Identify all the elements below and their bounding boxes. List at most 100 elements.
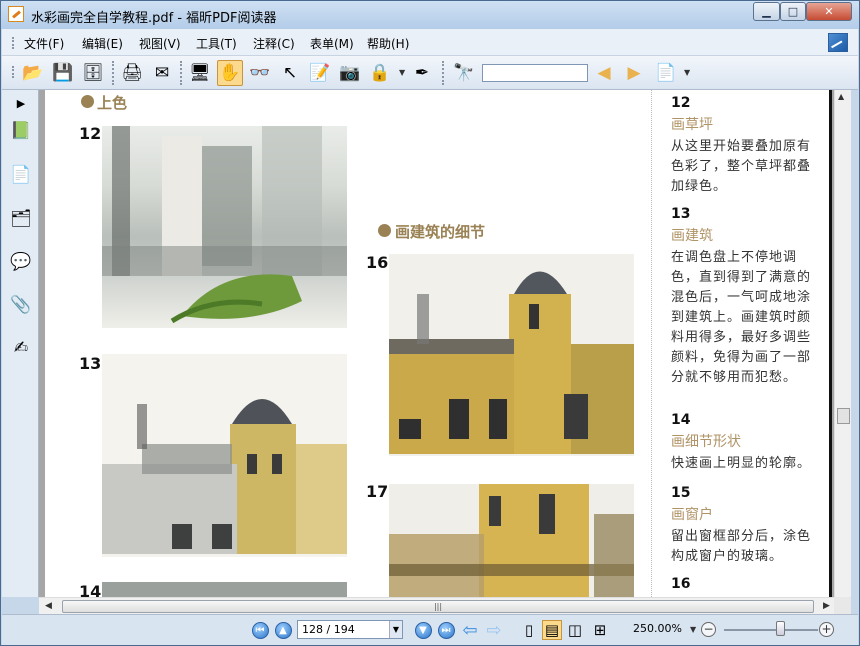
text-select-icon[interactable]: 📝 [307,60,333,86]
chevron-down-icon[interactable]: ▼ [399,68,405,77]
sign-pen-icon[interactable]: ✒ [409,60,435,86]
toolbar-separator [442,61,444,85]
select-arrow-icon[interactable]: ↖ [277,60,303,86]
step-text-number: 15 [671,485,691,501]
fullscreen-icon[interactable]: 🖥 [187,60,213,86]
vertical-scrollbar[interactable]: ▲ [834,90,851,597]
maximize-button[interactable]: □ [780,2,806,21]
vertical-scroll-thumb[interactable] [837,408,850,424]
go-forward-arrow-icon[interactable]: ⇨ [484,620,504,641]
first-page-icon[interactable]: ⏮ [250,620,270,640]
pages-icon[interactable]: 📄 [10,164,32,186]
menu-comments[interactable]: 注释(C) [253,35,295,52]
horizontal-scrollbar[interactable]: ◀ ||| ▶ [39,597,834,614]
zoom-out-icon[interactable]: − [701,622,716,637]
next-page-icon[interactable]: ▼ [413,620,433,640]
painting-12-art [102,126,347,324]
menu-tools[interactable]: 工具(T) [196,35,237,52]
scroll-left-icon[interactable]: ◀ [45,601,52,611]
bookmarks-icon[interactable]: 📗 [10,120,32,142]
attachments-icon[interactable]: 📎 [10,294,32,316]
foxit-logo-icon[interactable] [828,33,848,52]
step-heading: 画细节形状 [671,434,741,450]
menu-forms[interactable]: 表单(M) [310,35,354,52]
close-button[interactable]: ✕ [806,2,852,21]
step-text: 在调色盘上不停地调色，直到得到了满意的混色后，一气呵成地涂到建筑上。画建筑时颜料… [671,250,812,385]
save-as-icon[interactable]: 🗄 [80,60,106,86]
comments-icon[interactable]: 💬 [10,251,32,273]
open-folder-icon[interactable]: 📂 [20,60,46,86]
menu-bar: 文件(F) 编辑(E) 视图(V) 工具(T) 注释(C) 表单(M) 帮助(H… [2,29,858,56]
column-divider [651,90,652,597]
previous-page-icon[interactable]: ▲ [273,620,293,640]
step-text-number: 14 [671,412,691,428]
menu-edit[interactable]: 编辑(E) [82,35,123,52]
facing-pages-icon[interactable]: ◫ [565,620,585,640]
zoom-level[interactable]: 250.00% [633,622,682,635]
step-heading: 画草坪 [671,117,713,133]
snapshot-camera-icon[interactable]: 📷 [337,60,363,86]
menu-file[interactable]: 文件(F) [24,35,64,52]
go-back-arrow-icon[interactable]: ⇦ [460,620,480,641]
minimize-button[interactable]: ▁ [753,2,780,21]
step-block: 15 画窗户 留出窗框部分后，涂色构成窗户的玻璃。 [671,485,811,567]
toolbar-grip[interactable] [12,66,14,78]
page-number-value: 128 / 194 [302,623,355,636]
rms-lock-icon[interactable]: 🔒 [367,60,393,86]
step-block: 13 画建筑 在调色盘上不停地调色，直到得到了满意的混色后，一气呵成地涂到建筑上… [671,206,811,388]
continuous-page-icon[interactable]: ▤ [542,620,562,640]
continuous-facing-icon[interactable]: ⊞ [590,620,610,640]
scroll-right-icon[interactable]: ▶ [823,601,830,611]
expand-panel-icon[interactable]: ▶ [10,92,32,114]
search-input[interactable] [482,64,588,82]
highlight-doc-icon[interactable]: 📄 [653,60,679,86]
step-text-number: 13 [671,206,691,222]
layers-icon[interactable]: 🗂 [10,208,32,230]
menu-help[interactable]: 帮助(H) [367,35,409,52]
horizontal-scroll-thumb[interactable]: ||| [62,600,814,613]
painting-12 [102,126,347,328]
step-number: 14 [79,582,102,597]
step-text: 留出窗框部分后，涂色构成窗户的玻璃。 [671,529,812,564]
step-number: 13 [79,354,102,373]
email-icon[interactable]: ✉ [149,60,175,86]
painting-13-art [102,399,347,554]
save-icon[interactable]: 💾 [50,60,76,86]
chevron-down-icon[interactable]: ▼ [684,68,690,77]
document-view[interactable]: 上色 12 13 14 画建筑的细节 16 17 12 画草坪 从这里开始要叠加… [39,90,834,597]
painting-17 [389,484,634,597]
menubar-grip[interactable] [12,37,14,49]
zoom-in-icon[interactable]: + [819,622,834,637]
step-text: 从这里开始要叠加原有色彩了，整个草坪都叠加绿色。 [671,139,812,194]
page-number-input[interactable]: 128 / 194 ▼ [297,620,403,639]
navigation-panel: ▶ 📗 📄 🗂 💬 📎 ✍ [2,90,39,597]
step-number: 12 [79,124,102,143]
bullet-point [81,95,94,108]
zoom-slider-thumb[interactable] [776,621,785,636]
last-page-icon[interactable]: ⏭ [436,620,456,640]
toolbar-separator [112,61,114,85]
zoom-glasses-icon[interactable]: 👓 [247,60,273,86]
chevron-down-icon[interactable]: ▼ [389,621,402,638]
hand-tool-icon[interactable]: ✋ [217,60,243,86]
title-bar[interactable]: 水彩画完全自学教程.pdf - 福昕PDF阅读器 ▁ □ ✕ [1,1,859,29]
step-block: 12 画草坪 从这里开始要叠加原有色彩了，整个草坪都叠加绿色。 [671,95,811,197]
painting-17-art [389,484,634,597]
window-title: 水彩画完全自学教程.pdf - 福昕PDF阅读器 [31,11,277,26]
painting-14 [102,582,347,597]
main-toolbar: 📂 💾 🗄 🖨 ✉ 🖥 ✋ 👓 ↖ 📝 📷 🔒 ▼ ✒ 🔭 ◀ ▶ 📄 ▼ [2,56,858,90]
step-block: 14 画细节形状 快速画上明显的轮廓。 [671,412,811,474]
single-page-icon[interactable]: ▯ [519,620,539,640]
signatures-icon[interactable]: ✍ [10,337,32,359]
painting-16-art [389,271,634,454]
print-icon[interactable]: 🖨 [119,60,145,86]
find-previous-icon[interactable]: ◀ [591,60,617,86]
chevron-down-icon[interactable]: ▼ [690,625,696,634]
find-binoculars-icon[interactable]: 🔭 [451,60,477,86]
zoom-slider[interactable] [724,629,818,631]
menu-view[interactable]: 视图(V) [139,35,181,52]
painting-16 [389,254,634,456]
scroll-up-icon[interactable]: ▲ [838,92,844,101]
app-icon [8,6,24,22]
find-next-icon[interactable]: ▶ [621,60,647,86]
